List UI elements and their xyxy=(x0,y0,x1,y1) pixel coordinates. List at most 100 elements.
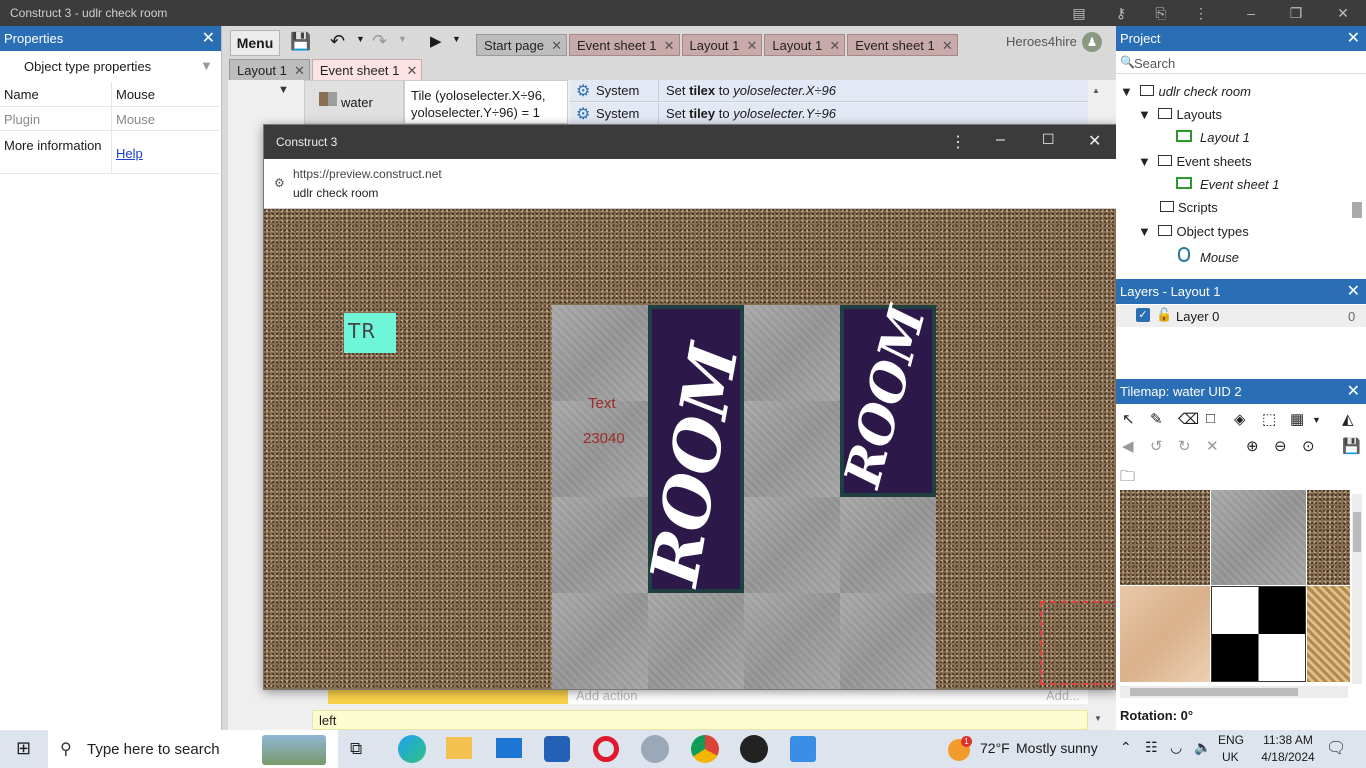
temperature[interactable]: 72°F xyxy=(980,740,1010,756)
undo-dropdown-icon[interactable]: ▼ xyxy=(356,34,365,44)
collapse-icon[interactable]: ▼ xyxy=(278,84,289,96)
help-link[interactable]: Help xyxy=(116,146,143,161)
url-text[interactable]: https://preview.construct.net xyxy=(293,167,442,181)
close-icon[interactable]: ✕ xyxy=(1347,26,1360,51)
tab-layout[interactable]: Layout 1 ✕ xyxy=(229,59,310,81)
tab-layout[interactable]: Layout 1 ✕ xyxy=(681,34,763,57)
scroll-up-icon[interactable]: ▲ xyxy=(1092,86,1100,95)
tree-item-event-sheet-1[interactable]: Event sheet 1 xyxy=(1176,177,1280,192)
weather-text[interactable]: Mostly sunny xyxy=(1016,740,1098,756)
undo-icon[interactable]: ↶ xyxy=(330,31,345,52)
rectangle-icon[interactable]: □ xyxy=(1206,410,1215,427)
lang-code[interactable]: ENG xyxy=(1218,733,1244,747)
add-more[interactable]: Add... xyxy=(1046,688,1080,703)
visibility-checkbox[interactable]: ✓ xyxy=(1136,308,1150,322)
play-icon[interactable]: ▶ xyxy=(430,32,442,50)
task-view-icon[interactable]: ⧉ xyxy=(350,739,362,759)
dropdown-icon[interactable]: ▼ xyxy=(1312,415,1321,425)
redo-dropdown-icon[interactable]: ▼ xyxy=(398,34,407,44)
tileset[interactable] xyxy=(1120,490,1350,682)
close-icon[interactable]: ✕ xyxy=(942,35,953,57)
flip-icon[interactable]: ◀ xyxy=(1122,437,1134,455)
app-icon[interactable] xyxy=(641,735,669,763)
maximize-icon[interactable]: ☐ xyxy=(1042,131,1055,148)
collapse-icon[interactable]: ▼ xyxy=(200,58,213,73)
rotate-cw-icon[interactable]: ↻ xyxy=(1178,437,1191,455)
redo-icon[interactable]: ↷ xyxy=(372,31,387,52)
close-icon[interactable]: ✕ xyxy=(1347,279,1360,304)
clear-icon[interactable]: ✕ xyxy=(1206,437,1219,455)
fill-icon[interactable]: ◈ xyxy=(1234,410,1246,428)
save-icon[interactable]: 💾 xyxy=(290,32,311,52)
more-icon[interactable]: ⋮ xyxy=(1192,4,1210,22)
opera-icon[interactable] xyxy=(593,736,619,762)
action-row[interactable]: ⚙ System Set tiley to yoloselecter.Y÷96 xyxy=(570,103,1088,125)
tile-dirt[interactable] xyxy=(1307,490,1350,585)
tab-start-page[interactable]: Start page ✕ xyxy=(476,34,567,56)
scrollbar[interactable] xyxy=(1352,202,1362,218)
add-action[interactable]: Add action xyxy=(576,688,637,703)
close-icon[interactable]: ✕ xyxy=(551,35,562,57)
close-icon[interactable]: ✕ xyxy=(406,60,417,82)
close-icon[interactable]: ✕ xyxy=(829,35,840,57)
tile-dirt[interactable] xyxy=(1120,490,1210,585)
close-icon[interactable]: ✕ xyxy=(202,26,215,51)
save-icon[interactable]: 💾 xyxy=(1342,437,1361,455)
clock-time[interactable]: 11:38 AM xyxy=(1256,733,1320,747)
wifi-icon[interactable]: ◡ xyxy=(1170,739,1182,756)
clock-date[interactable]: 4/18/2024 xyxy=(1256,750,1320,764)
store-icon[interactable] xyxy=(544,736,570,762)
action-row[interactable]: ⚙ System Set tilex to yoloselecter.X÷96 xyxy=(570,80,1088,102)
file-explorer-icon[interactable] xyxy=(446,737,472,759)
restore-icon[interactable]: ❐ xyxy=(1287,4,1305,22)
tab-event-sheet-active[interactable]: Event sheet 1 ✕ xyxy=(311,59,423,82)
tab-layout[interactable]: Layout 1 ✕ xyxy=(764,34,846,57)
close-icon[interactable]: ✕ xyxy=(1347,379,1360,404)
brush-icon[interactable]: ▦ xyxy=(1290,410,1304,428)
close-icon[interactable]: ✕ xyxy=(294,60,305,82)
media-player-icon[interactable] xyxy=(740,735,768,763)
scroll-down-icon[interactable]: ▼ xyxy=(1094,714,1102,723)
minimize-icon[interactable]: – xyxy=(1242,4,1260,22)
comment-row[interactable]: left xyxy=(312,710,1088,730)
close-icon[interactable]: ✕ xyxy=(664,35,675,57)
close-icon[interactable]: ✕ xyxy=(1088,131,1101,151)
search-box[interactable]: 🔍 Search xyxy=(1116,52,1366,74)
tileset-vscroll[interactable] xyxy=(1352,494,1362,684)
tile-marble[interactable] xyxy=(1120,586,1210,682)
lock-icon[interactable]: 🔓 xyxy=(1156,307,1172,323)
condition-text[interactable]: Tile (yoloselecter.X÷96, yoloselecter.Y÷… xyxy=(404,80,568,124)
chrome-icon[interactable] xyxy=(691,735,719,763)
site-settings-icon[interactable]: ⚙ xyxy=(274,176,285,190)
menu-button[interactable]: Menu xyxy=(230,30,280,56)
tree-item-layout-1[interactable]: Layout 1 xyxy=(1176,130,1250,145)
key-icon[interactable]: ⚷ xyxy=(1112,4,1130,22)
close-icon[interactable]: ✕ xyxy=(1334,4,1352,22)
tile-stone[interactable] xyxy=(1211,490,1306,585)
volume-icon[interactable]: 🔈 xyxy=(1194,739,1211,756)
eraser-icon[interactable]: ⌫ xyxy=(1178,410,1199,428)
search-input[interactable]: Type here to search xyxy=(87,741,220,758)
close-icon[interactable]: ✕ xyxy=(746,35,757,57)
chevron-up-icon[interactable]: ⌃ xyxy=(1120,739,1132,756)
user-name[interactable]: Heroes4hire xyxy=(1006,34,1077,49)
tab-event-sheet[interactable]: Event sheet 1 ✕ xyxy=(569,34,680,56)
tile-straw[interactable] xyxy=(1307,586,1350,682)
photos-icon[interactable] xyxy=(790,736,816,762)
pencil-icon[interactable]: ✎ xyxy=(1150,410,1163,428)
pointer-icon[interactable]: ↖ xyxy=(1122,410,1135,428)
file-sync-icon[interactable]: ⎘ xyxy=(1152,4,1170,22)
edge-icon[interactable] xyxy=(398,735,426,763)
folder-icon[interactable]: 🗀 xyxy=(1120,466,1135,491)
tab-event-sheet[interactable]: Event sheet 1 ✕ xyxy=(847,34,958,56)
zoom-out-icon[interactable]: ⊖ xyxy=(1274,437,1287,455)
tree-item-event-sheets[interactable]: ▼ Event sheets xyxy=(1138,154,1252,169)
condition-object[interactable]: water xyxy=(304,80,404,124)
windows-start-icon[interactable]: ⊞ xyxy=(16,738,31,759)
notifications-icon[interactable]: 🗨 xyxy=(1326,738,1346,758)
taskbar-search[interactable]: ⚲ Type here to search xyxy=(48,730,338,768)
select-icon[interactable]: ⬚ xyxy=(1262,410,1276,428)
rotate-ccw-icon[interactable]: ↺ xyxy=(1150,437,1163,455)
minimize-icon[interactable]: – xyxy=(996,131,1005,149)
zoom-in-icon[interactable]: ⊕ xyxy=(1246,437,1259,455)
